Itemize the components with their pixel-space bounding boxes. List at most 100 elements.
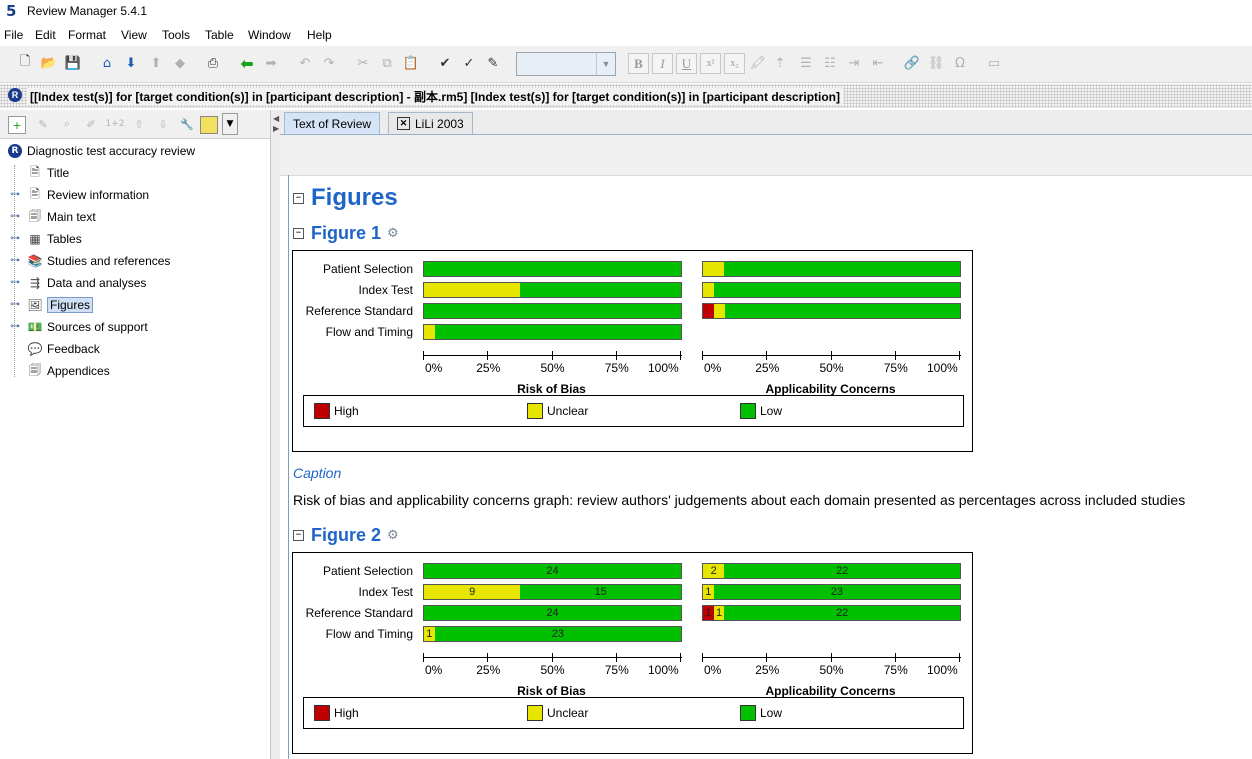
pin-icon[interactable]: ⇡: [770, 52, 790, 74]
renumber-icon[interactable]: 1+2: [105, 114, 125, 134]
home-icon[interactable]: ⌂: [97, 52, 117, 74]
expand-icon[interactable]: ⊶: [10, 211, 20, 222]
properties-icon[interactable]: ⚙: [387, 528, 399, 543]
edit-note-icon[interactable]: ✎: [483, 52, 503, 74]
font-combo[interactable]: ▼: [516, 52, 616, 76]
app-icon: 5: [6, 2, 17, 20]
tree-root[interactable]: R Diagnostic test accuracy review: [8, 141, 195, 161]
menu-tools[interactable]: Tools: [162, 28, 190, 42]
bullet-list-icon[interactable]: ☰: [796, 52, 816, 74]
menu-view[interactable]: View: [121, 28, 147, 42]
tree-item-feedback[interactable]: 💬 Feedback: [28, 339, 100, 359]
properties-icon[interactable]: ⚙: [387, 226, 399, 241]
dropdown-icon[interactable]: ▼: [222, 113, 238, 135]
indent-icon[interactable]: ⇥: [844, 52, 864, 74]
numbered-list-icon[interactable]: ☷: [820, 52, 840, 74]
menu-table[interactable]: Table: [205, 28, 234, 42]
edit-doc-icon[interactable]: ✐: [81, 114, 101, 134]
window-icon[interactable]: ▭: [984, 52, 1004, 74]
add-icon[interactable]: +: [8, 116, 26, 134]
omega-icon[interactable]: Ω: [950, 52, 970, 74]
expand-icon[interactable]: ⊶: [10, 277, 20, 288]
bar-segment-low: [520, 283, 681, 297]
tab-text-of-review[interactable]: Text of Review: [284, 112, 381, 134]
tree-item-sources[interactable]: 💵 Sources of support: [28, 317, 148, 337]
highlight-icon[interactable]: 🖍: [748, 52, 768, 74]
menu-window[interactable]: Window: [248, 28, 291, 42]
bold-button[interactable]: B: [628, 53, 649, 74]
expand-icon[interactable]: ⊶: [10, 189, 20, 200]
chevron-down-icon[interactable]: ▼: [596, 53, 615, 75]
download-icon[interactable]: ⬇: [121, 52, 141, 74]
open-folder-icon[interactable]: 📂: [39, 52, 59, 74]
figure-title: Figure 1: [311, 223, 382, 243]
paste-icon[interactable]: 📋: [401, 52, 421, 74]
share-icon[interactable]: ◆: [170, 52, 190, 74]
underline-button[interactable]: U: [676, 53, 697, 74]
caption-text[interactable]: Risk of bias and applicability concerns …: [293, 492, 1185, 508]
bar-row: [423, 324, 682, 340]
collapse-icon[interactable]: −: [293, 228, 304, 239]
collapse-icon[interactable]: −: [293, 192, 304, 204]
expand-icon[interactable]: ⊶: [10, 233, 20, 244]
tree-item-studies[interactable]: 📚 Studies and references: [28, 251, 171, 271]
find-icon[interactable]: ⌕: [57, 114, 77, 134]
undo-icon[interactable]: ↶: [295, 52, 315, 74]
outdent-icon[interactable]: ⇤: [868, 52, 888, 74]
tab-lili-2003[interactable]: ✕ LiLi 2003: [388, 112, 473, 134]
legend-label: Unclear: [547, 404, 589, 418]
upload-icon[interactable]: ⬆: [146, 52, 166, 74]
copy-icon[interactable]: ⧉: [377, 52, 397, 74]
redo-icon[interactable]: ↷: [319, 52, 339, 74]
figure-2[interactable]: Patient Selection Index Test Reference Sta…: [292, 552, 973, 754]
forward-arrow-icon[interactable]: ➡: [261, 52, 281, 74]
menu-edit[interactable]: Edit: [35, 28, 56, 42]
expand-icon[interactable]: ⊶: [10, 321, 20, 332]
menu-bar: File Edit Format View Tools Table Window…: [0, 24, 1252, 46]
subscript-button[interactable]: x₂: [724, 53, 745, 74]
tree-item-appendices[interactable]: 🗐 Appendices: [28, 361, 110, 381]
edit-icon[interactable]: ✎: [33, 114, 53, 134]
tree-item-main-text[interactable]: 🗐 Main text: [28, 207, 96, 227]
unlink-icon[interactable]: ⛓: [926, 52, 946, 74]
tree-item-review-information[interactable]: 🖹 Review information: [28, 185, 149, 205]
note-icon[interactable]: [200, 116, 218, 134]
italic-button[interactable]: I: [652, 53, 673, 74]
spellcheck-icon[interactable]: ✔: [435, 52, 455, 74]
bar-segment-unclear: [424, 283, 521, 297]
cut-icon[interactable]: ✂: [353, 52, 373, 74]
back-arrow-icon[interactable]: ⬅: [237, 52, 257, 74]
caption-heading[interactable]: Caption: [293, 465, 341, 481]
collapse-icon[interactable]: −: [293, 530, 304, 541]
collapse-left-icon[interactable]: ◀: [273, 114, 279, 123]
menu-help[interactable]: Help: [307, 28, 332, 42]
tree-item-figures[interactable]: 🖼 Figures: [27, 295, 94, 315]
spell-abc-icon[interactable]: ✓: [459, 52, 479, 74]
expand-icon[interactable]: ⊶: [10, 255, 20, 266]
bar-segment-low: [424, 262, 681, 276]
new-file-icon[interactable]: 🗋: [15, 52, 35, 74]
menu-format[interactable]: Format: [68, 28, 106, 42]
print-icon[interactable]: ⎙: [203, 52, 223, 74]
menu-file[interactable]: File: [4, 28, 23, 42]
link-icon[interactable]: 🔗: [902, 52, 922, 74]
save-icon[interactable]: 💾: [63, 52, 83, 74]
collapse-right-icon[interactable]: ▶: [273, 124, 279, 133]
tree-item-tables[interactable]: ▦ Tables: [28, 229, 81, 249]
x-tick: [423, 351, 424, 360]
figure-1[interactable]: Patient Selection Index Test Reference Sta…: [292, 250, 973, 452]
x-axis: [423, 355, 682, 356]
tree-item-data-analyses[interactable]: ⇶ Data and analyses: [28, 273, 146, 293]
tree-item-title[interactable]: 🗎 Title: [28, 163, 69, 183]
move-up-icon[interactable]: ⇧: [129, 114, 149, 134]
x-tick-label: 25%: [476, 663, 501, 677]
legend-label: Unclear: [547, 706, 589, 720]
close-icon[interactable]: ✕: [397, 117, 410, 130]
bar-row: [702, 261, 961, 277]
expand-icon[interactable]: ⊶: [10, 299, 20, 310]
wrench-icon[interactable]: 🔧: [177, 114, 197, 134]
x-tick-label: 0%: [425, 361, 443, 375]
move-down-icon[interactable]: ⇩: [153, 114, 173, 134]
superscript-button[interactable]: x²: [700, 53, 721, 74]
bar-row: 24: [423, 605, 682, 621]
